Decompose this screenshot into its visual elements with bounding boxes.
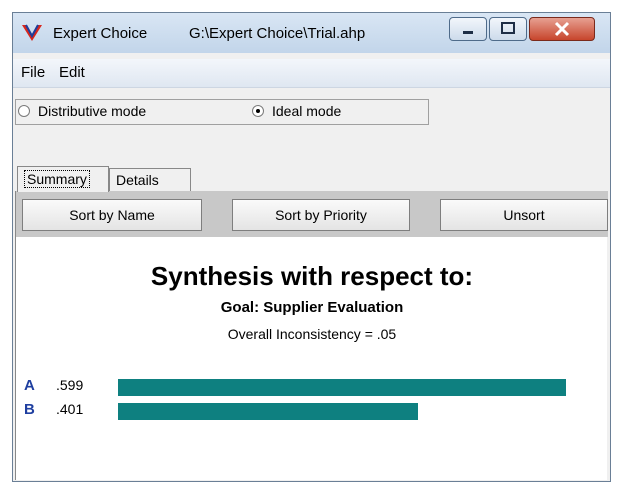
alternative-letter: B	[24, 401, 35, 418]
priority-bar	[118, 379, 566, 396]
close-button[interactable]	[529, 17, 595, 41]
distributive-mode-radio[interactable]	[18, 105, 30, 117]
goal-label: Goal: Supplier Evaluation	[220, 299, 404, 316]
synthesis-title: Synthesis with respect to:	[150, 261, 474, 291]
menu-file[interactable]: File	[21, 64, 45, 81]
menu-bar: File Edit	[13, 59, 610, 88]
tab-details-label: Details	[116, 172, 159, 188]
window-title-path: G:\Expert Choice\Trial.ahp	[189, 25, 366, 42]
minimize-button[interactable]	[449, 17, 487, 41]
ideal-mode-label[interactable]: Ideal mode	[272, 103, 341, 119]
maximize-button[interactable]	[489, 17, 527, 41]
priority-value: .599	[56, 377, 84, 393]
maximize-icon	[501, 22, 515, 34]
ideal-mode-radio[interactable]	[252, 105, 264, 117]
window-title-app: Expert Choice	[53, 25, 148, 42]
sort-toolbar: Sort by Name Sort by Priority Unsort	[16, 191, 608, 237]
title-bar: Expert Choice G:\Expert Choice\Trial.ahp	[13, 13, 610, 53]
tab-details[interactable]: Details	[109, 168, 191, 192]
summary-panel: Sort by Name Sort by Priority Unsort Syn…	[15, 191, 608, 480]
mode-selector: Distributive mode Ideal mode	[15, 99, 429, 125]
inconsistency-label: Overall Inconsistency = .05	[227, 326, 397, 342]
menu-edit[interactable]: Edit	[59, 64, 85, 81]
alternative-letter: A	[24, 377, 35, 394]
unsort-button[interactable]: Unsort	[440, 199, 608, 231]
expert-choice-logo-icon	[22, 24, 42, 41]
close-icon	[554, 21, 570, 37]
distributive-mode-label[interactable]: Distributive mode	[38, 103, 146, 119]
tab-summary[interactable]: Summary	[17, 166, 109, 192]
priority-value: .401	[56, 401, 84, 417]
sort-by-priority-button[interactable]: Sort by Priority	[232, 199, 410, 231]
sort-by-name-button[interactable]: Sort by Name	[22, 199, 202, 231]
expert-choice-window: Expert Choice G:\Expert Choice\Trial.ahp…	[12, 12, 611, 482]
minimize-icon	[463, 31, 473, 34]
tab-summary-label: Summary	[24, 170, 90, 188]
priority-bar	[118, 403, 418, 420]
